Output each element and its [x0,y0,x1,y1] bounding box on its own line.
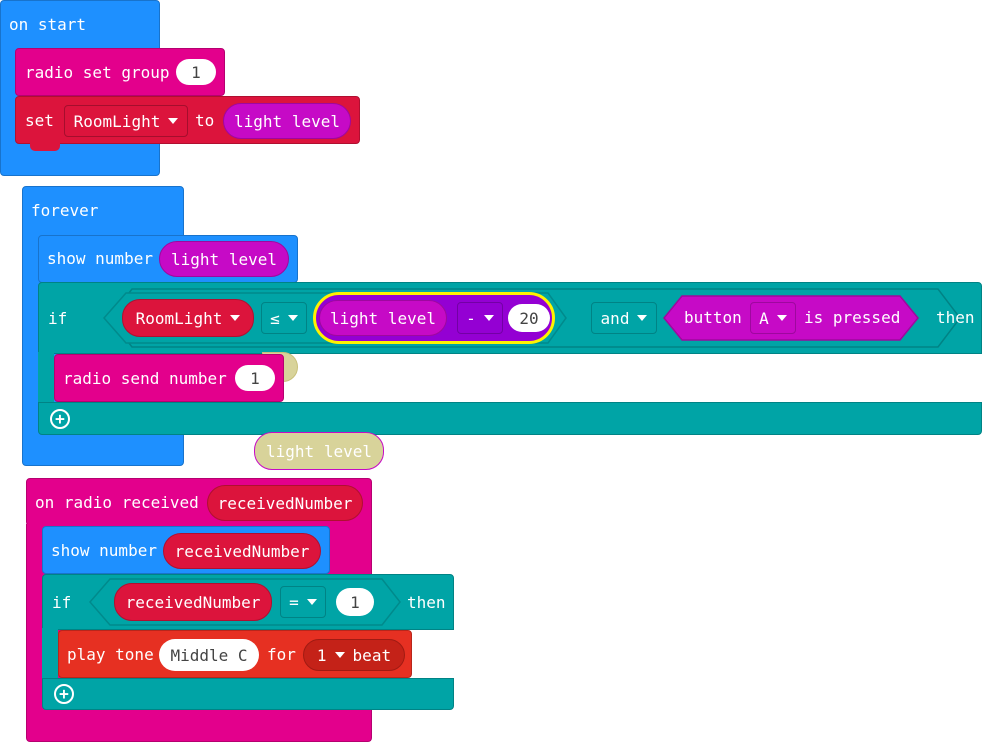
chevron-down-icon [306,599,317,605]
received-number-reporter[interactable]: receivedNumber [163,533,321,569]
beats-dropdown[interactable]: 1 beat [303,639,405,671]
roomlight-variable-reporter[interactable]: RoomLight [122,299,254,337]
send-number-input[interactable]: 1 [235,365,275,391]
add-else-icon[interactable]: + [54,684,74,704]
beats-value: 1 [316,645,327,665]
math-number-input[interactable]: 20 [508,304,550,332]
group-value-input[interactable]: 1 [176,59,216,85]
logic-operator-dropdown[interactable]: and [591,302,657,334]
roomlight-variable-name: RoomLight [135,308,223,328]
received-number-reporter[interactable]: receivedNumber [114,583,272,621]
light-level-reporter[interactable]: light level [319,300,447,336]
variable-name: RoomLight [73,111,161,131]
if-label: if [52,593,72,612]
chevron-down-icon [334,652,345,658]
light-level-reporter[interactable]: light level [159,241,289,277]
compare-number-input[interactable]: 1 [336,588,374,616]
on-start-label: on start [9,15,87,34]
chevron-down-icon [230,315,241,321]
radio-set-group-label: radio set group [25,63,170,82]
on-radio-received-label: on radio received [35,493,199,512]
if-block-footer[interactable]: + [38,402,982,435]
show-number-block[interactable]: show number receivedNumber [42,526,330,574]
show-number-label: show number [47,249,153,268]
on-radio-received-block[interactable]: on radio received receivedNumber [26,478,372,526]
if-block-footer[interactable]: + [42,678,454,710]
show-number-label: show number [51,541,157,560]
light-level-reporter[interactable]: light level [223,103,351,139]
radio-send-number-block[interactable]: radio send number 1 [54,354,284,402]
compare-operator-dropdown[interactable]: = [280,586,326,618]
note-picker[interactable]: Middle C [159,639,259,671]
chevron-down-icon [483,315,494,321]
compare-operator-dropdown[interactable]: ≤ [261,302,307,334]
button-label: button [684,308,742,327]
math-operator: - [466,308,476,328]
for-label: for [267,645,296,664]
chevron-down-icon [637,315,648,321]
if-label: if [48,309,68,328]
radio-send-number-label: radio send number [63,369,227,388]
then-label: then [936,308,975,327]
compare-operator: = [289,592,299,612]
button-name: A [759,308,769,328]
radio-set-group-block[interactable]: radio set group 1 [15,48,225,96]
compare-operator: ≤ [270,308,280,328]
detached-light-level-reporter[interactable]: light level [254,432,384,470]
variable-dropdown[interactable]: RoomLight [64,105,188,137]
button-name-dropdown[interactable]: A [750,302,796,334]
add-else-icon[interactable]: + [50,409,70,429]
play-tone-block[interactable]: play tone Middle C for 1 beat [58,630,412,678]
beat-label: beat [352,645,392,665]
logic-operator: and [600,308,630,328]
received-number-param[interactable]: receivedNumber [207,485,363,521]
play-tone-label: play tone [67,645,154,664]
then-label: then [407,593,446,612]
set-label: set [25,111,54,130]
if-block-side [42,628,58,680]
set-variable-block[interactable]: set RoomLight to light level [15,96,360,144]
is-pressed-label: is pressed [804,308,901,327]
math-operator-dropdown[interactable]: - [457,302,503,334]
if-block-side [38,352,54,404]
block-notch [30,143,60,151]
forever-label: forever [31,201,99,220]
chevron-down-icon [776,315,787,321]
show-number-block[interactable]: show number light level [38,235,298,283]
chevron-down-icon [287,315,298,321]
chevron-down-icon [168,118,179,124]
to-label: to [195,111,215,130]
